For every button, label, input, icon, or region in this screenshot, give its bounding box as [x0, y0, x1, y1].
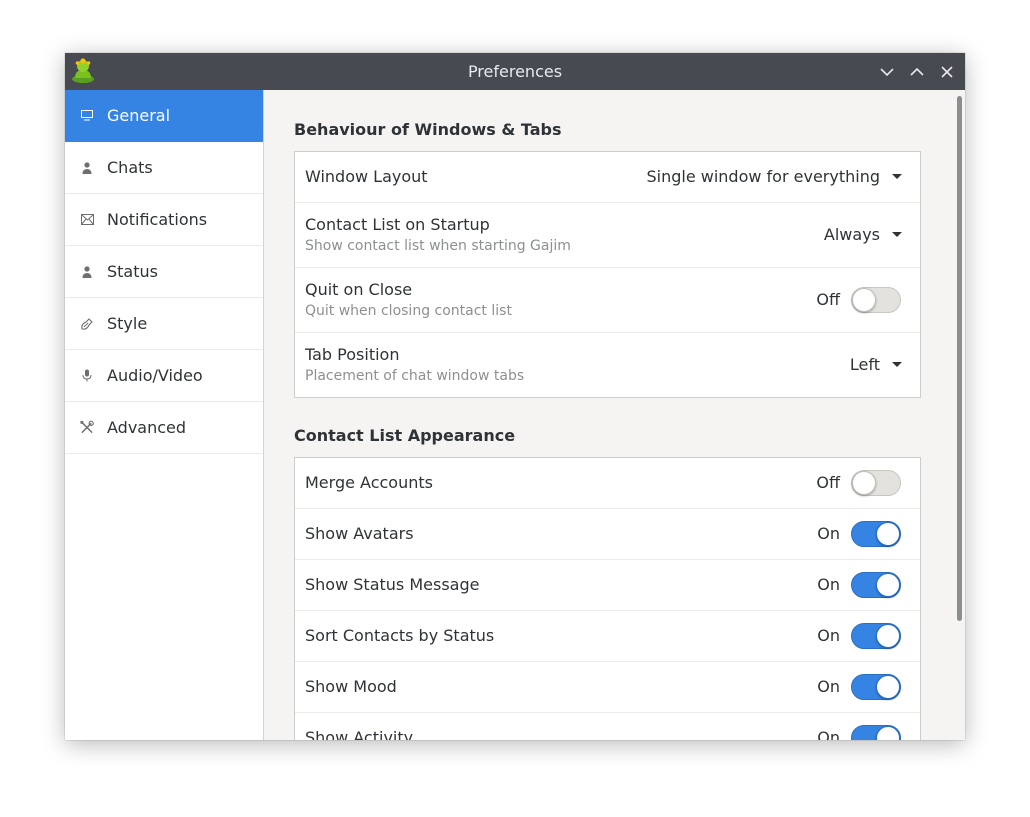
setting-row-show-mood: Show Mood On [295, 662, 920, 713]
setting-description: Show contact list when starting Gajim [305, 238, 571, 254]
quit-on-close-switch[interactable] [851, 287, 901, 313]
sidebar-item-status[interactable]: Status [65, 246, 263, 298]
microphone-icon [80, 369, 94, 383]
setting-label: Quit on Close [305, 280, 413, 299]
close-button[interactable] [935, 60, 959, 84]
sidebar-item-chats[interactable]: Chats [65, 142, 263, 194]
show-status-message-switch[interactable] [851, 572, 901, 598]
show-mood-switch[interactable] [851, 674, 901, 700]
show-activity-switch[interactable] [851, 725, 901, 740]
sidebar-item-general[interactable]: General [65, 90, 263, 142]
sidebar-item-label: General [107, 106, 171, 125]
brush-icon [80, 317, 94, 331]
setting-row-window-layout: Window Layout Single window for everythi… [295, 152, 920, 203]
setting-row-merge-accounts: Merge Accounts Off [295, 458, 920, 509]
switch-state-label: On [817, 626, 840, 645]
maximize-icon [910, 67, 924, 76]
dropdown-arrow-icon [892, 362, 902, 367]
window-layout-dropdown[interactable]: Single window for everything [646, 167, 902, 186]
setting-row-contact-list-startup: Contact List on Startup Show contact lis… [295, 203, 920, 268]
sidebar-item-label: Notifications [107, 210, 208, 229]
switch-knob [852, 288, 876, 312]
section-title-contacts: Contact List Appearance [294, 426, 516, 445]
sidebar-item-audio-video[interactable]: Audio/Video [65, 350, 263, 402]
dropdown-value: Always [823, 225, 880, 244]
setting-row-tab-position: Tab Position Placement of chat window ta… [295, 333, 920, 397]
preferences-window: Preferences General Chats Notifications … [65, 53, 965, 740]
setting-row-show-activity: Show Activity On [295, 713, 920, 740]
envelope-icon [80, 213, 94, 227]
sidebar-item-advanced[interactable]: Advanced [65, 402, 263, 454]
switch-state-label: Off [816, 473, 840, 492]
dropdown-arrow-icon [892, 174, 902, 179]
minimize-icon [880, 68, 894, 77]
setting-label: Tab Position [305, 345, 400, 364]
setting-row-quit-on-close: Quit on Close Quit when closing contact … [295, 268, 920, 333]
sidebar-item-label: Chats [107, 158, 153, 177]
sidebar-item-label: Status [107, 262, 158, 281]
close-icon [941, 66, 953, 78]
tab-position-dropdown[interactable]: Left [850, 355, 902, 374]
switch-state-label: On [817, 728, 840, 740]
person-icon [80, 265, 94, 279]
section-title-windows: Behaviour of Windows & Tabs [294, 120, 562, 139]
switch-knob [876, 624, 900, 648]
contact-list-settings-box: Merge Accounts Off Show Avatars On Show … [294, 457, 921, 740]
switch-knob [852, 471, 876, 495]
switch-knob [876, 522, 900, 546]
contact-list-startup-dropdown[interactable]: Always [824, 225, 902, 244]
setting-label: Window Layout [305, 167, 428, 186]
maximize-button[interactable] [905, 60, 929, 84]
preferences-content: Behaviour of Windows & Tabs Window Layou… [264, 90, 954, 740]
sidebar-item-label: Audio/Video [107, 366, 203, 385]
setting-label: Show Mood [305, 677, 397, 696]
setting-label: Contact List on Startup [305, 215, 490, 234]
title-bar[interactable]: Preferences [65, 53, 965, 90]
sidebar-item-label: Style [107, 314, 148, 333]
window-title: Preferences [467, 62, 563, 81]
sort-contacts-switch[interactable] [851, 623, 901, 649]
person-icon [80, 161, 94, 175]
switch-knob [876, 675, 900, 699]
dropdown-value: Left [849, 355, 880, 374]
dropdown-arrow-icon [892, 232, 902, 237]
switch-state-label: Off [816, 290, 840, 309]
switch-knob [876, 573, 900, 597]
setting-label: Merge Accounts [305, 473, 433, 492]
setting-label: Show Activity [305, 728, 414, 740]
sidebar: General Chats Notifications Status Style [65, 90, 264, 740]
setting-label: Show Avatars [305, 524, 414, 543]
sidebar-item-style[interactable]: Style [65, 298, 263, 350]
sidebar-item-notifications[interactable]: Notifications [65, 194, 263, 246]
minimize-button[interactable] [875, 60, 899, 84]
switch-state-label: On [817, 677, 840, 696]
setting-row-sort-contacts: Sort Contacts by Status On [295, 611, 920, 662]
setting-description: Quit when closing contact list [305, 303, 512, 319]
setting-row-show-avatars: Show Avatars On [295, 509, 920, 560]
monitor-icon [80, 109, 94, 123]
dropdown-value: Single window for everything [646, 167, 880, 186]
setting-label: Show Status Message [305, 575, 480, 594]
windows-settings-box: Window Layout Single window for everythi… [294, 151, 921, 398]
switch-state-label: On [817, 575, 840, 594]
content-scrollbar[interactable] [954, 90, 965, 740]
merge-accounts-switch[interactable] [851, 470, 901, 496]
switch-knob [876, 726, 900, 740]
setting-description: Placement of chat window tabs [305, 368, 525, 384]
sidebar-item-label: Advanced [107, 418, 187, 437]
show-avatars-switch[interactable] [851, 521, 901, 547]
switch-state-label: On [817, 524, 840, 543]
scrollbar-thumb[interactable] [957, 96, 962, 621]
setting-row-show-status-message: Show Status Message On [295, 560, 920, 611]
setting-label: Sort Contacts by Status [305, 626, 495, 645]
tools-icon [80, 420, 94, 435]
